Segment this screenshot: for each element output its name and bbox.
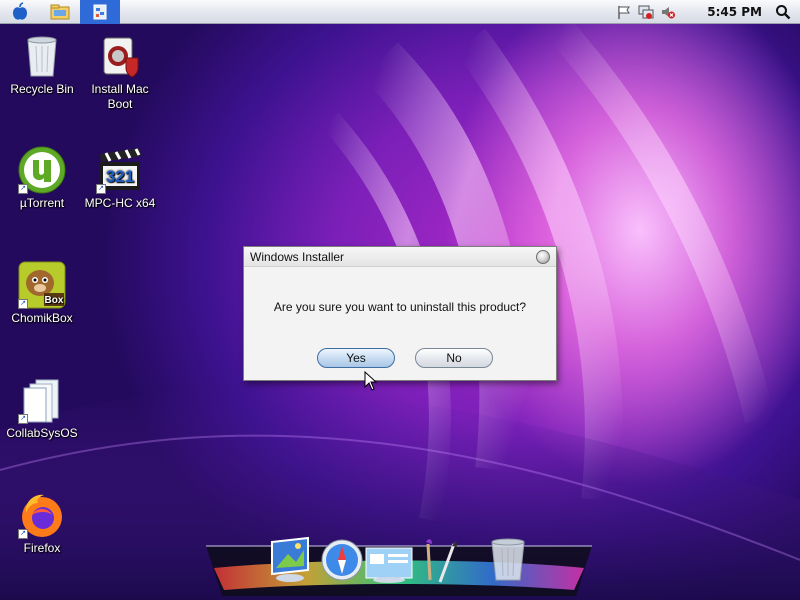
- chomikbox-hamster-icon: Box ↗: [18, 261, 66, 309]
- windows-installer-dialog: Windows Installer Are you sure you want …: [243, 246, 557, 381]
- firefox-icon: ↗: [18, 491, 66, 539]
- desktop-icon-utorrent[interactable]: ↗ µTorrent: [0, 146, 84, 211]
- shortcut-arrow-icon: ↗: [18, 414, 28, 424]
- dock-item-picture-viewer[interactable]: [268, 536, 312, 587]
- volume-muted-icon: [662, 6, 676, 18]
- desktop-icon-collabsysos[interactable]: ↗ CollabSysOS: [0, 376, 84, 441]
- dialog-title: Windows Installer: [250, 249, 345, 264]
- media-player-clapper-icon: 321 ↗: [96, 146, 144, 194]
- dock-item-trash[interactable]: [486, 536, 530, 587]
- svg-text:Box: Box: [45, 295, 64, 306]
- apple-icon: [13, 1, 27, 20]
- folder-files-icon: ↗: [18, 376, 66, 424]
- control-panel-icon: [93, 4, 107, 19]
- dialog-message: Are you sure you want to uninstall this …: [273, 300, 527, 314]
- shortcut-arrow-icon: ↗: [18, 184, 28, 194]
- desktop-icon-chomikbox[interactable]: Box ↗ ChomikBox: [0, 261, 84, 326]
- shortcut-arrow-icon: ↗: [18, 529, 28, 539]
- installer-package-icon: [96, 32, 144, 80]
- paint-brush-icon: [426, 539, 457, 583]
- dock-item-paint[interactable]: [418, 538, 462, 589]
- utorrent-icon: ↗: [18, 146, 66, 194]
- folder-icon: [50, 4, 70, 19]
- svg-text:321: 321: [106, 167, 134, 186]
- safari-compass-icon: [321, 539, 363, 581]
- trash-icon: [491, 538, 525, 581]
- spotlight-search-button[interactable]: [772, 0, 794, 24]
- desktop-icon-recycle-bin[interactable]: Recycle Bin: [0, 32, 84, 97]
- dialog-close-button[interactable]: [536, 249, 550, 264]
- tray-network[interactable]: [635, 0, 657, 24]
- tray-flag[interactable]: [613, 0, 635, 24]
- apple-menu-button[interactable]: [0, 0, 40, 24]
- picture-viewer-icon: [271, 536, 309, 582]
- dock: [196, 528, 602, 600]
- recycle-bin-icon: [18, 32, 66, 80]
- shortcut-arrow-icon: ↗: [18, 299, 28, 309]
- desktop-icon-install-mac-boot[interactable]: Install Mac Boot: [78, 32, 162, 112]
- dialog-title-bar[interactable]: Windows Installer: [244, 247, 556, 267]
- control-panel-launcher-button[interactable]: [80, 0, 120, 24]
- network-icon: [638, 5, 654, 19]
- menu-clock[interactable]: 5:45 PM: [707, 5, 762, 19]
- magnifier-icon: [776, 4, 791, 19]
- desktop-icon-firefox[interactable]: ↗ Firefox: [0, 491, 84, 556]
- desktop-icon-mpc-hc[interactable]: 321 ↗ MPC-HC x64: [78, 146, 162, 211]
- tray-volume[interactable]: [657, 0, 679, 24]
- no-button[interactable]: No: [415, 348, 493, 368]
- menu-bar: 5:45 PM: [0, 0, 800, 24]
- yes-button[interactable]: Yes: [317, 348, 395, 368]
- mouse-cursor-icon: [364, 371, 378, 391]
- flag-icon: [618, 5, 631, 19]
- dock-item-finder[interactable]: [364, 544, 414, 587]
- finder-window-icon: [365, 547, 413, 583]
- shortcut-arrow-icon: ↗: [96, 184, 106, 194]
- dock-item-safari[interactable]: [320, 538, 364, 585]
- explorer-launcher-button[interactable]: [40, 0, 80, 24]
